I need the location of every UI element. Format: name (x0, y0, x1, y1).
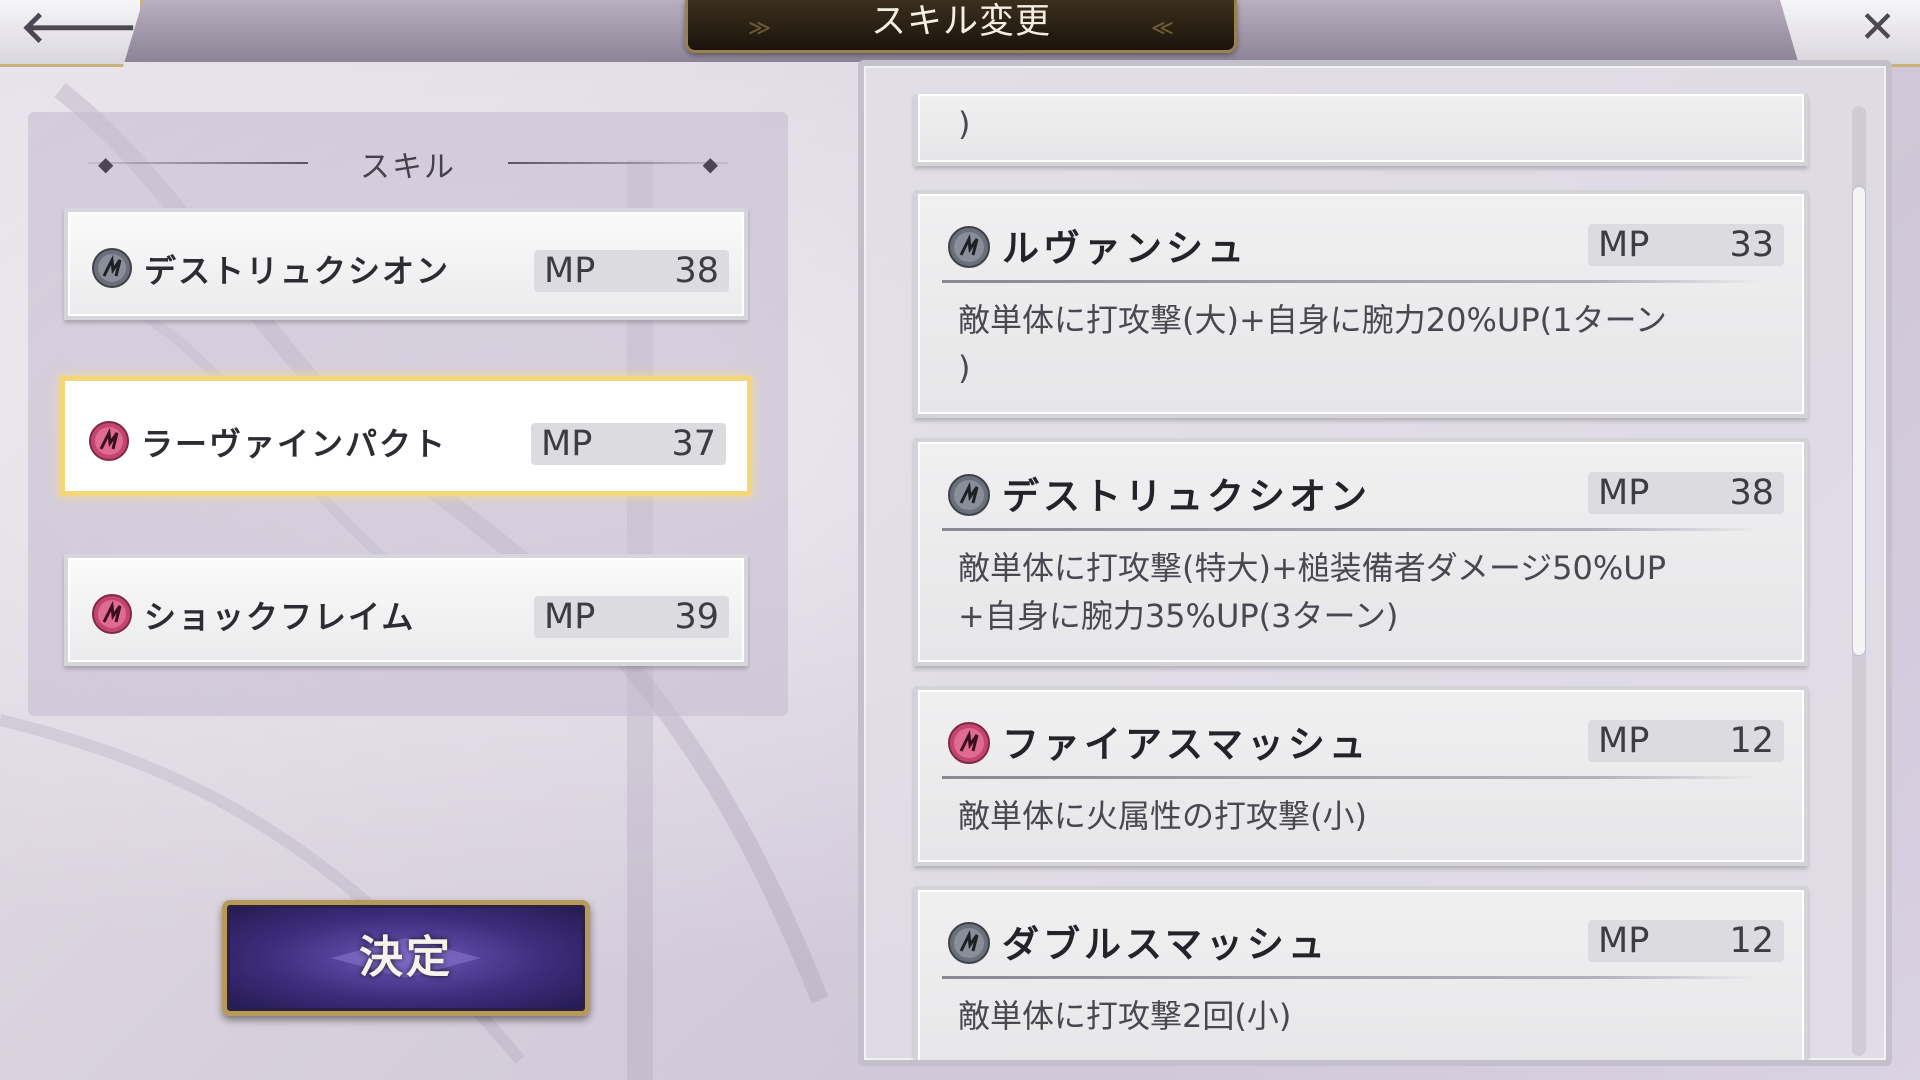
skill-type-icon (92, 594, 132, 634)
skill-type-icon (89, 421, 129, 461)
mp-label: MP (1598, 225, 1650, 265)
desc-line: 敵単体に打攻撃(大)+自身に腕力20%UP(1ターン (958, 301, 1667, 339)
section-header: ◆ ◆ スキル (28, 142, 788, 185)
mp-value: 33 (1729, 225, 1774, 265)
scrollbar-thumb[interactable] (1852, 186, 1866, 656)
card-divider (942, 776, 1760, 779)
equipped-slot-1[interactable]: デストリュクシオン MP 38 (64, 208, 748, 320)
skill-card[interactable]: ダブルスマッシュ MP 12 敵単体に打攻撃2回(小) (914, 886, 1808, 1060)
mp-cost: MP 12 (1588, 720, 1784, 762)
title-plate: ≫ ≪ スキル変更 (685, 0, 1237, 53)
card-divider (942, 528, 1760, 531)
skill-type-icon (948, 474, 990, 516)
decide-label: 決定 (359, 932, 453, 983)
skill-type-icon (92, 248, 132, 288)
desc-line: +自身に腕力35%UP(3ターン) (958, 597, 1399, 635)
scrollbar[interactable] (1852, 106, 1866, 1056)
skill-card[interactable]: デストリュクシオン MP 38 敵単体に打攻撃(特大)+槌装備者ダメージ50%U… (914, 438, 1808, 666)
skill-name: ダブルスマッシュ (1002, 922, 1329, 966)
skill-card[interactable]: ルヴァンシュ MP 33 敵単体に打攻撃(大)+自身に腕力20%UP(1ターン … (914, 190, 1808, 418)
card-divider (942, 280, 1760, 283)
skill-name: ルヴァンシュ (1002, 226, 1248, 270)
mp-cost: MP 12 (1588, 920, 1784, 962)
skill-card[interactable]: ファイアスマッシュ MP 12 敵単体に火属性の打攻撃(小) (914, 686, 1808, 866)
close-button[interactable]: ✕ (1780, 0, 1920, 67)
mp-value: 38 (1729, 473, 1774, 513)
equipped-skills-panel: ◆ ◆ スキル デストリュクシオン MP 38 ラーヴァインパクト MP 37 (28, 112, 788, 716)
skill-name: ラーヴァインパクト (141, 425, 448, 463)
mp-cost: MP 38 (534, 250, 729, 292)
mp-cost: MP 39 (534, 596, 729, 638)
desc-line: 敵単体に打攻撃(特大)+槌装備者ダメージ50%UP (958, 549, 1667, 587)
mp-value: 39 (674, 597, 719, 637)
skill-card-partial[interactable]: ) (914, 94, 1808, 166)
skill-description: ) (958, 105, 971, 143)
mp-cost: MP 38 (1588, 472, 1784, 514)
mp-cost: MP 37 (531, 423, 726, 465)
equipped-slot-2[interactable]: ラーヴァインパクト MP 37 (60, 376, 752, 496)
mp-label: MP (541, 424, 593, 464)
skill-description: 敵単体に打攻撃2回(小) (958, 992, 1764, 1040)
skill-description: 敵単体に打攻撃(大)+自身に腕力20%UP(1ターン ) (958, 296, 1764, 392)
mp-label: MP (1598, 721, 1650, 761)
skill-name: ショックフレイム (144, 598, 416, 636)
mp-label: MP (1598, 473, 1650, 513)
desc-line: ) (958, 349, 971, 387)
mp-value: 12 (1729, 721, 1774, 761)
skill-name: デストリュクシオン (144, 252, 451, 290)
back-button[interactable]: 🡐 (0, 0, 143, 67)
decide-button[interactable]: 決定 (222, 900, 590, 1016)
skill-type-icon (948, 722, 990, 764)
mp-label: MP (544, 597, 596, 637)
mp-label: MP (1598, 921, 1650, 961)
equipped-slot-3[interactable]: ショックフレイム MP 39 (64, 554, 748, 666)
card-divider (942, 976, 1760, 979)
mp-cost: MP 33 (1588, 224, 1784, 266)
skill-type-icon (948, 922, 990, 964)
mp-value: 37 (671, 424, 716, 464)
mp-value: 38 (674, 251, 719, 291)
skill-name: デストリュクシオン (1002, 474, 1371, 518)
section-label: スキル (360, 150, 456, 185)
skill-list-panel: ) ルヴァンシュ MP 33 敵単体に打攻撃(大)+自身に腕力20%UP(1ター… (858, 60, 1892, 1066)
desc-line: 敵単体に火属性の打攻撃(小) (958, 797, 1367, 835)
mp-label: MP (544, 251, 596, 291)
mp-value: 12 (1729, 921, 1774, 961)
close-icon: ✕ (1859, 2, 1896, 53)
back-arrow-icon: 🡐 (20, 2, 138, 53)
skill-description: 敵単体に火属性の打攻撃(小) (958, 792, 1764, 840)
desc-line: 敵単体に打攻撃2回(小) (958, 997, 1292, 1035)
page-title: スキル変更 (870, 2, 1051, 42)
skill-description: 敵単体に打攻撃(特大)+槌装備者ダメージ50%UP +自身に腕力35%UP(3タ… (958, 544, 1764, 640)
skill-type-icon (948, 226, 990, 268)
skill-name: ファイアスマッシュ (1002, 722, 1370, 766)
